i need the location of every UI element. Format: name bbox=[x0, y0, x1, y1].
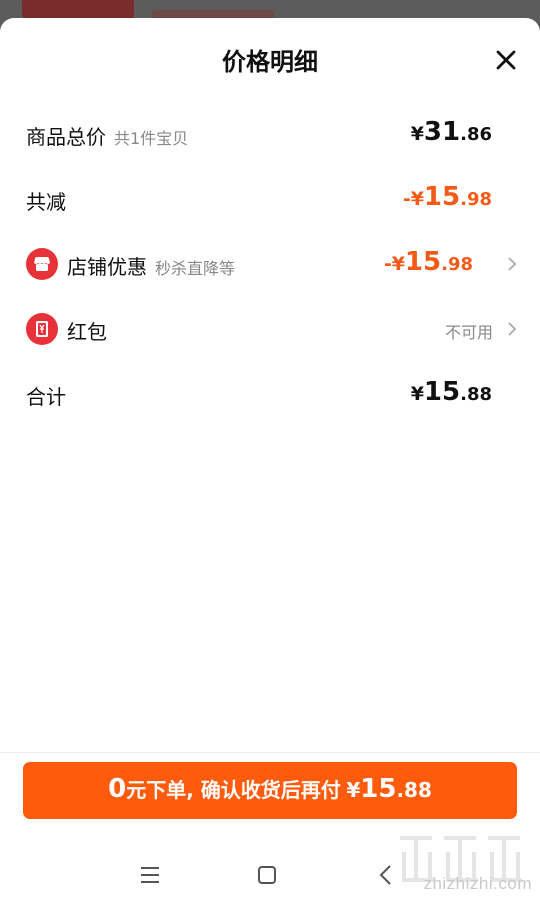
menu-icon[interactable] bbox=[140, 866, 160, 884]
price-detail-sheet: 价格明细 商品总价 共1件宝贝 ¥31.86 共减 -¥15.98 店铺优惠 秒杀直… bbox=[0, 18, 540, 905]
red-packet-status: 不可用 bbox=[444, 323, 493, 342]
sum-label: 合计 bbox=[26, 385, 66, 409]
close-icon[interactable] bbox=[494, 48, 518, 72]
sheet-title: 价格明细 bbox=[222, 48, 318, 76]
shop-discount-desc: 秒杀直降等 bbox=[155, 259, 236, 278]
back-icon[interactable] bbox=[378, 864, 392, 886]
item-count: 共1件宝贝 bbox=[114, 129, 189, 148]
total-price-amount: ¥31.86 bbox=[410, 117, 492, 147]
watermark-url: zhizhizhi.com bbox=[423, 874, 532, 893]
red-packet-label: 红包 bbox=[67, 320, 107, 344]
total-reduction-label: 共减 bbox=[26, 190, 66, 214]
bottom-divider bbox=[0, 752, 540, 753]
background-product-thumbnail bbox=[22, 0, 134, 20]
chevron-right-icon bbox=[508, 257, 517, 271]
total-reduction-amount: -¥15.98 bbox=[402, 182, 492, 212]
red-packet-row[interactable]: 红包 不可用 bbox=[0, 308, 540, 348]
shop-icon bbox=[26, 248, 58, 280]
home-icon[interactable] bbox=[258, 866, 276, 884]
total-price-label: 商品总价 bbox=[26, 125, 106, 149]
shop-discount-amount: -¥15.98 bbox=[383, 247, 473, 277]
shop-discount-row[interactable]: 店铺优惠 秒杀直降等 -¥15.98 bbox=[0, 243, 540, 283]
total-reduction-row: 共减 -¥15.98 bbox=[0, 178, 540, 218]
sum-row: 合计 ¥15.88 bbox=[0, 373, 540, 413]
total-price-row: 商品总价 共1件宝贝 ¥31.86 bbox=[0, 113, 540, 153]
sum-amount: ¥15.88 bbox=[410, 377, 492, 407]
shop-discount-label: 店铺优惠 bbox=[67, 255, 147, 279]
red-packet-icon bbox=[26, 313, 58, 345]
place-order-button[interactable]: 0元下单, 确认收货后再付 ¥15.88 bbox=[23, 762, 517, 819]
chevron-right-icon bbox=[508, 322, 517, 336]
